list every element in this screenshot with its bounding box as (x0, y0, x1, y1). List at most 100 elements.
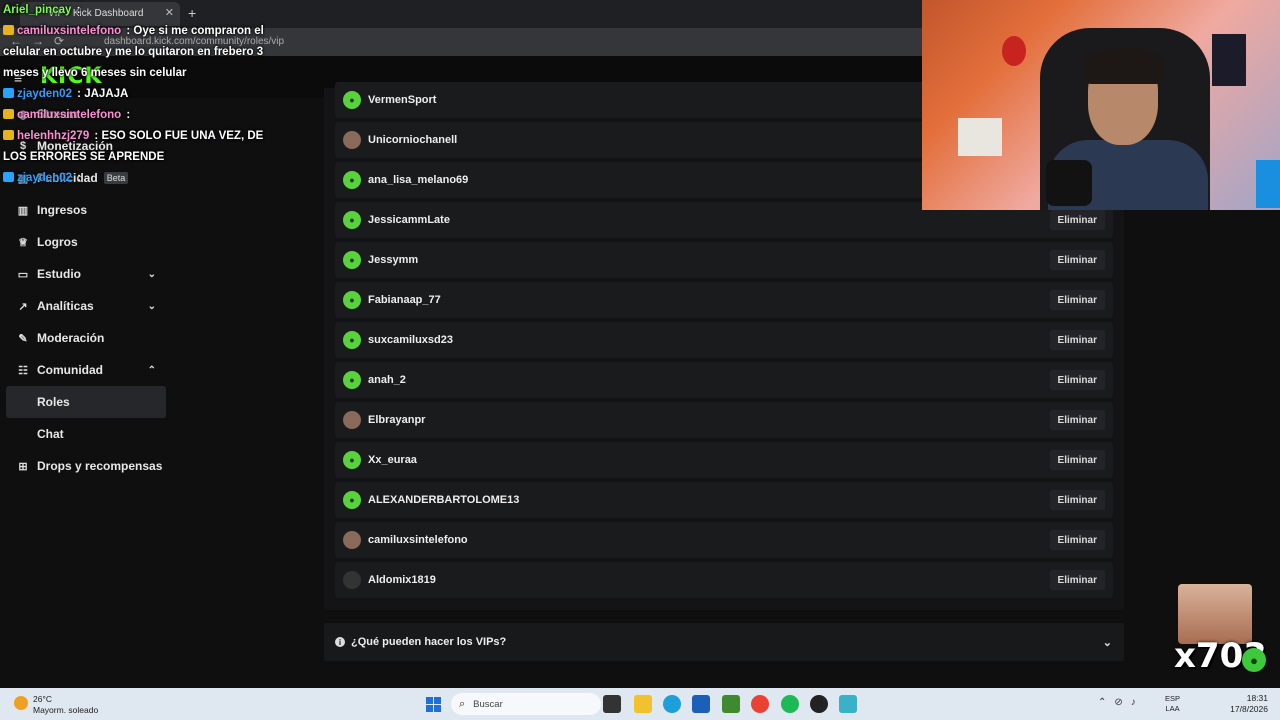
badge-icon (3, 172, 14, 182)
chat-username: camiluxsintelefono (17, 109, 122, 121)
vip-username[interactable]: camiluxsintelefono (368, 534, 468, 546)
wall-sign (958, 118, 1002, 156)
led-light (1256, 160, 1280, 208)
stream-chat-overlay: Ariel_pincay : camiluxsintelefono : Oye … (3, 0, 273, 189)
vip-row: Aldomix1819 Eliminar (335, 562, 1113, 598)
kick-avatar-icon: ● (343, 91, 361, 109)
vip-row: ● anah_2 Eliminar (335, 362, 1113, 398)
sidebar-item-drops[interactable]: ⊞ Drops y recompensas (6, 450, 166, 482)
kick-avatar-icon: ● (343, 371, 361, 389)
chart-icon: ▥ (17, 204, 29, 217)
microphone (1046, 160, 1092, 206)
streamer-hair (1084, 48, 1164, 84)
vip-username[interactable]: Xx_euraa (368, 454, 417, 466)
taskbar-search[interactable]: ⌕ Buscar (451, 693, 601, 715)
chat-message: Ariel_pincay : (3, 4, 81, 16)
search-icon: ⌕ (459, 697, 466, 710)
temperature: 26°C (33, 694, 52, 704)
delete-vip-button[interactable]: Eliminar (1049, 370, 1105, 390)
chevron-up-icon: ⌃ (147, 364, 156, 376)
notepad-icon[interactable] (839, 695, 857, 713)
store-icon[interactable] (692, 695, 710, 713)
sidebar-item-moderacion[interactable]: ✎ Moderación (6, 322, 166, 354)
sidebar-item-logros[interactable]: ♕ Logros (6, 226, 166, 258)
task-view-icon[interactable] (603, 695, 621, 713)
chevron-down-icon: ⌄ (1102, 636, 1112, 649)
chat-message: helenhhzj279 : ESO SOLO FUE UNA VEZ, DE … (3, 130, 264, 163)
vip-faq-accordion[interactable]: i ¿Qué pueden hacer los VIPs? ⌄ (324, 623, 1124, 661)
delete-vip-button[interactable]: Eliminar (1049, 570, 1105, 590)
delete-vip-button[interactable]: Eliminar (1049, 210, 1105, 230)
sidebar-item-chat[interactable]: Chat (6, 418, 166, 450)
vip-username[interactable]: Elbrayanpr (368, 414, 425, 426)
kick-avatar-icon: ● (343, 331, 361, 349)
sidebar-item-roles[interactable]: Roles (6, 386, 166, 418)
file-explorer-icon[interactable] (634, 695, 652, 713)
delete-vip-button[interactable]: Eliminar (1049, 290, 1105, 310)
windows-start-icon[interactable] (426, 697, 441, 712)
vip-username[interactable]: Jessymm (368, 254, 418, 266)
chrome-icon[interactable] (751, 695, 769, 713)
faq-label: ¿Qué pueden hacer los VIPs? (351, 636, 507, 648)
chat-username: helenhhzj279 (17, 130, 90, 142)
wall-poster (1212, 34, 1246, 86)
vip-row: ● Jessymm Eliminar (335, 242, 1113, 278)
gift-icon: ⊞ (18, 460, 28, 473)
sun-icon[interactable] (14, 696, 28, 710)
chat-message: zjayden02 : (3, 168, 273, 189)
delete-vip-button[interactable]: Eliminar (1049, 450, 1105, 470)
sidebar-item-comunidad[interactable]: ☷ Comunidad ⌃ (6, 354, 166, 386)
delete-vip-button[interactable]: Eliminar (1049, 250, 1105, 270)
weather-widget[interactable]: 26°C Mayorm. soleado (33, 694, 98, 716)
chat-message: camiluxsintelefono : (3, 105, 273, 126)
clock-time: 18:31 (1246, 693, 1268, 703)
kick-badge-icon: ● (1242, 648, 1266, 672)
language-indicator[interactable]: ESP LAA (1165, 694, 1180, 714)
vip-username[interactable]: ana_lisa_melano69 (368, 174, 468, 186)
chat-username: zjayden02 (17, 88, 72, 100)
kick-avatar-icon: ● (343, 451, 361, 469)
crown-badge-icon (3, 109, 14, 119)
monitor-icon: ▭ (17, 268, 29, 281)
delete-vip-button[interactable]: Eliminar (1049, 490, 1105, 510)
delete-vip-button[interactable]: Eliminar (1049, 330, 1105, 350)
vip-username[interactable]: VermenSport (368, 94, 436, 106)
system-tray[interactable]: ⌃⊘♪ (1098, 697, 1144, 708)
chevron-down-icon: ⌄ (147, 268, 156, 280)
vip-username[interactable]: ALEXANDERBARTOLOME13 (368, 494, 519, 506)
kick-avatar-icon: ● (343, 491, 361, 509)
community-icon: ☷ (18, 364, 28, 377)
vip-username[interactable]: anah_2 (368, 374, 406, 386)
analytics-icon: ↗ (18, 300, 28, 313)
avatar (343, 571, 361, 589)
vip-username[interactable]: JessicammLate (368, 214, 450, 226)
badge-icon (3, 88, 14, 98)
kick-avatar-icon: ● (343, 171, 361, 189)
taskbar-clock[interactable]: 18:31 17/8/2026 (1228, 693, 1268, 715)
sidebar-item-analiticas[interactable]: ↗ Analíticas ⌄ (6, 290, 166, 322)
weather-text: Mayorm. soleado (33, 705, 99, 715)
chat-username: camiluxsintelefono (17, 25, 122, 37)
vip-username[interactable]: Unicorniochanell (368, 134, 457, 146)
chat-text: JAJAJA (84, 88, 129, 100)
clock-date: 17/8/2026 (1230, 704, 1268, 714)
search-placeholder: Buscar (473, 698, 503, 710)
avatar (343, 411, 361, 429)
sidebar-item-ingresos[interactable]: ▥ Ingresos (6, 194, 166, 226)
obs-icon[interactable] (810, 695, 828, 713)
minecraft-icon[interactable] (722, 695, 740, 713)
wrench-icon: ✎ (18, 332, 28, 345)
vip-username[interactable]: suxcamiluxsd23 (368, 334, 453, 346)
avatar (343, 131, 361, 149)
chat-message: camiluxsintelefono : Oye si me compraron… (3, 25, 264, 79)
trophy-icon: ♕ (18, 236, 28, 249)
vip-username[interactable]: Aldomix1819 (368, 574, 436, 586)
spotify-icon[interactable] (781, 695, 799, 713)
info-icon: i (335, 637, 345, 647)
sidebar-item-estudio[interactable]: ▭ Estudio ⌄ (6, 258, 166, 290)
delete-vip-button[interactable]: Eliminar (1049, 410, 1105, 430)
avatar (343, 531, 361, 549)
edge-icon[interactable] (663, 695, 681, 713)
delete-vip-button[interactable]: Eliminar (1049, 530, 1105, 550)
vip-username[interactable]: Fabianaap_77 (368, 294, 441, 306)
